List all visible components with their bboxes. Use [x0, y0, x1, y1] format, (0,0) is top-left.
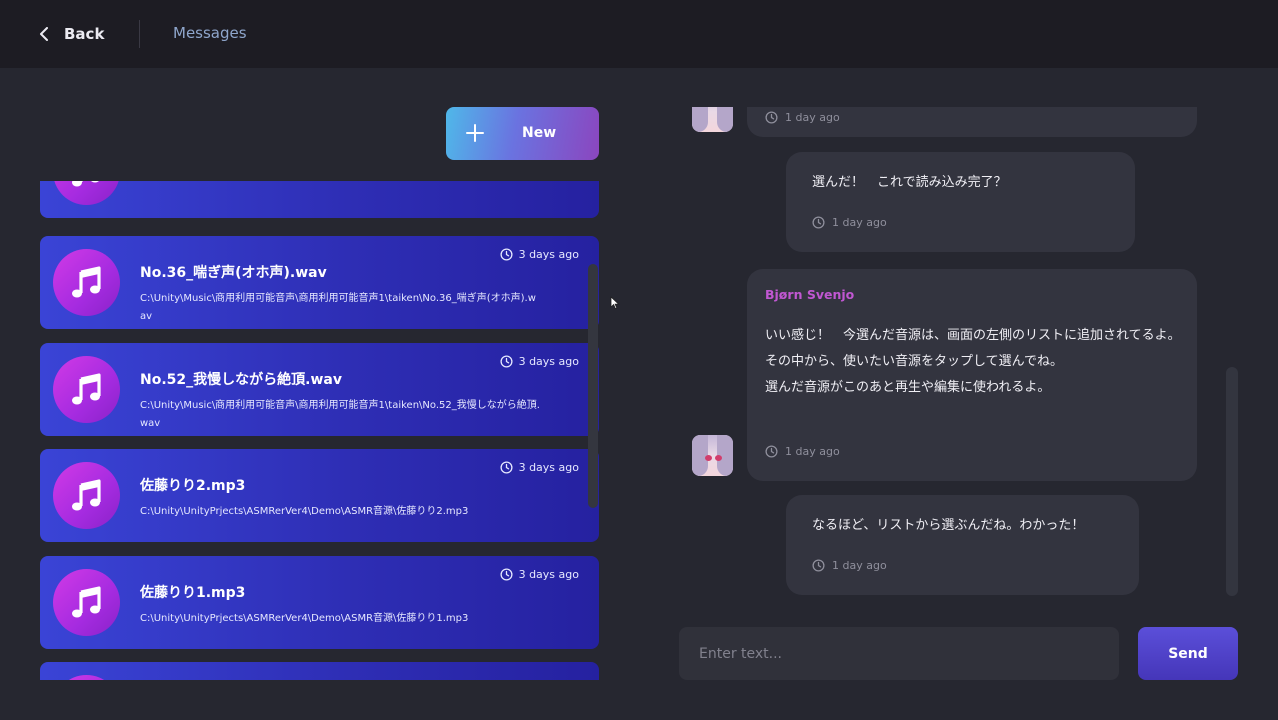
mouse-cursor-icon: [610, 296, 620, 310]
chat-scroll-thumb[interactable]: [1226, 367, 1238, 596]
message-bubble: なるほど、リストから選ぶんだね。わかった！ 1 day ago: [786, 495, 1139, 595]
clock-icon: [500, 248, 513, 261]
sound-name: 佐藤りり1.mp3: [140, 585, 246, 601]
sound-list-item[interactable]: No.36_喘ぎ声(オホ声).wav 3 days ago C:\Unity\Mus…: [40, 236, 599, 329]
message-bubble: Bjørn Svenjo いい感じ！ 今選んだ音源は、画面の左側のリストに追加さ…: [747, 269, 1197, 481]
message-time: 1 day ago: [765, 111, 840, 124]
sound-list[interactable]: C:\Unity\Music\商用利用可能音声\商用利用可能音声1\taiken…: [40, 181, 600, 680]
sound-list-item[interactable]: No.52_我慢しながら絶頂.wav 3 days ago C:\Unity\Mus…: [40, 343, 599, 436]
sender-name: Bjørn Svenjo: [765, 287, 855, 302]
music-note-badge: [53, 462, 120, 529]
sound-path: C:\Unity\Music\商用利用可能音声\商用利用可能音声1\taiken…: [140, 400, 540, 429]
sound-name: No.36_喘ぎ声(オホ声).wav: [140, 265, 327, 281]
plus-icon: [466, 124, 484, 142]
avatar: [692, 435, 733, 476]
message-text: いい感じ！ 今選んだ音源は、画面の左側のリストに追加されてるよ。 その中から、使…: [765, 328, 1181, 395]
music-note-badge: [53, 181, 120, 205]
sound-path: C:\Unity\UnityPrjects\ASMRerVer4\Demo\AS…: [140, 613, 469, 624]
sound-time: 3 days ago: [500, 461, 579, 474]
chat-thread[interactable]: 1 day ago 選んだ！ これで読み込み完了？ 1 day ago Bjør…: [680, 107, 1220, 597]
sound-list-item[interactable]: [40, 662, 599, 680]
avatar: [692, 107, 733, 132]
send-button[interactable]: Send: [1138, 627, 1238, 680]
new-button[interactable]: New: [446, 107, 599, 160]
clock-icon: [812, 216, 825, 229]
sound-time: 3 days ago: [500, 248, 579, 261]
new-label: New: [522, 125, 557, 141]
music-note-badge: [53, 569, 120, 636]
clock-icon: [812, 559, 825, 572]
chevron-left-icon: [40, 27, 48, 41]
sound-name: 佐藤りり2.mp3: [140, 478, 246, 494]
clock-icon: [500, 355, 513, 368]
music-note-badge: [53, 249, 120, 316]
clock-icon: [765, 445, 778, 458]
message-time: 1 day ago: [765, 445, 840, 458]
clock-icon: [500, 461, 513, 474]
message-bubble: 選んだ！ これで読み込み完了？ 1 day ago: [786, 152, 1135, 252]
back-label: Back: [64, 25, 105, 43]
send-label: Send: [1168, 645, 1208, 662]
music-note-icon: [72, 586, 101, 618]
message-time: 1 day ago: [812, 559, 887, 572]
sound-list-item[interactable]: 佐藤りり2.mp3 3 days ago C:\Unity\UnityPrjects…: [40, 449, 599, 542]
music-note-badge: [53, 356, 120, 423]
top-bar: Back Messages: [0, 0, 1278, 68]
music-note-icon: [72, 181, 99, 187]
clock-icon: [500, 568, 513, 581]
page-title: Messages: [173, 24, 247, 42]
music-note-icon: [72, 373, 101, 405]
sound-name: No.52_我慢しながら絶頂.wav: [140, 372, 342, 388]
sound-list-scroll-thumb[interactable]: [588, 264, 598, 508]
message-text: 選んだ！ これで読み込み完了？: [812, 175, 1007, 190]
sound-path: C:\Unity\UnityPrjects\ASMRerVer4\Demo\AS…: [140, 506, 469, 517]
sound-time: 3 days ago: [500, 568, 579, 581]
message-time: 1 day ago: [812, 216, 887, 229]
music-note-icon: [72, 479, 101, 511]
back-button[interactable]: Back: [38, 20, 104, 48]
top-divider: [139, 20, 140, 48]
message-bubble: 1 day ago: [747, 107, 1197, 137]
music-note-badge: [53, 675, 120, 680]
music-note-icon: [72, 266, 101, 298]
message-text: なるほど、リストから選ぶんだね。わかった！: [812, 518, 1085, 533]
message-input[interactable]: [679, 627, 1119, 680]
sound-list-item[interactable]: C:\Unity\Music\商用利用可能音声\商用利用可能音声1\taiken…: [40, 181, 599, 218]
sound-time: 3 days ago: [500, 355, 579, 368]
sound-path: C:\Unity\Music\商用利用可能音声\商用利用可能音声1\taiken…: [140, 293, 536, 322]
sound-list-item[interactable]: 佐藤りり1.mp3 3 days ago C:\Unity\UnityPrjects…: [40, 556, 599, 649]
clock-icon: [765, 111, 778, 124]
